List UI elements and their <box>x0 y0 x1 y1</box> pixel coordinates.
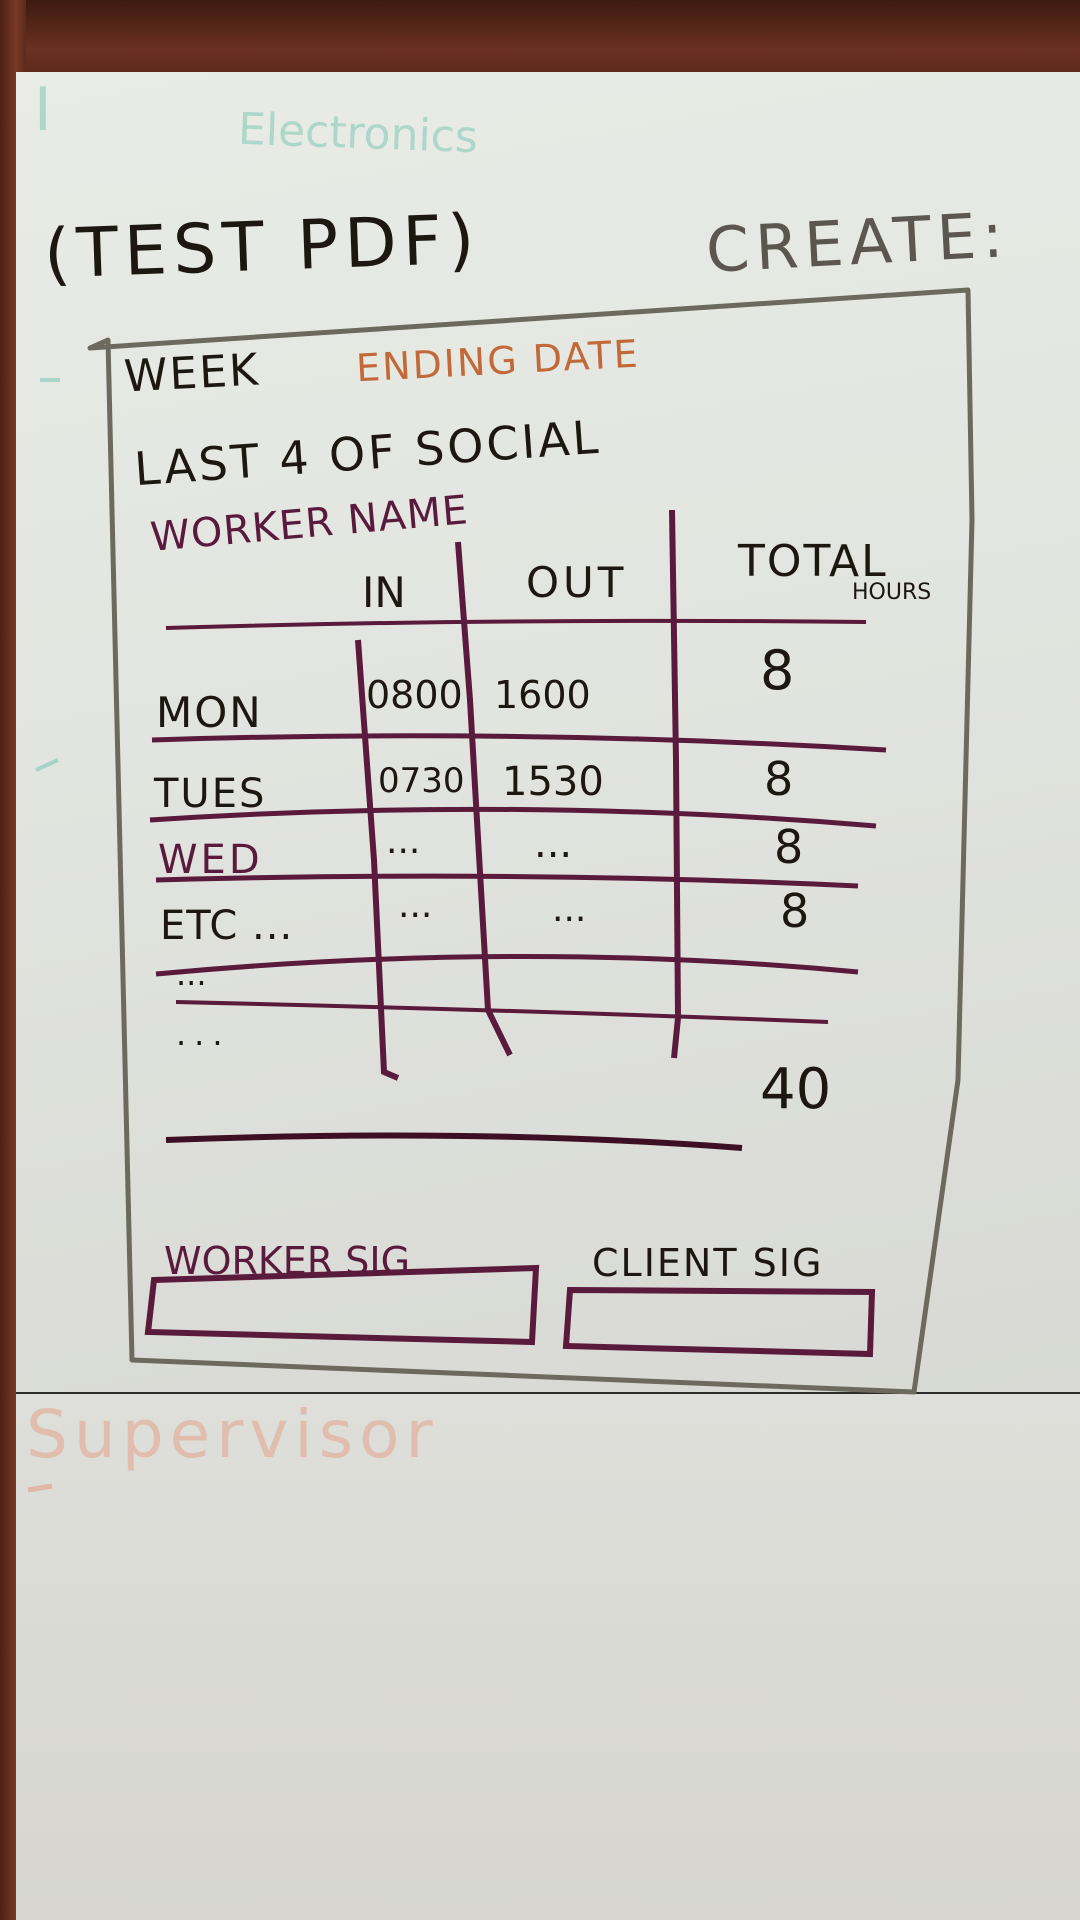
ghost-mark <box>27 1483 53 1493</box>
form-outline <box>87 287 975 1395</box>
row-rule <box>155 873 859 889</box>
row-rule <box>175 1000 829 1024</box>
header-rule <box>165 618 867 630</box>
column-divider-1 <box>455 541 513 1057</box>
column-divider-2 <box>669 509 682 1059</box>
client-signature-box <box>562 1286 876 1358</box>
column-divider-in <box>355 639 400 1081</box>
worker-signature-box <box>144 1264 540 1346</box>
row-rule <box>151 733 887 753</box>
total-rule <box>165 1132 743 1151</box>
marker-lines <box>27 287 975 1493</box>
row-rule <box>155 953 859 977</box>
ghost-mark <box>35 758 59 772</box>
row-rule <box>149 806 877 829</box>
